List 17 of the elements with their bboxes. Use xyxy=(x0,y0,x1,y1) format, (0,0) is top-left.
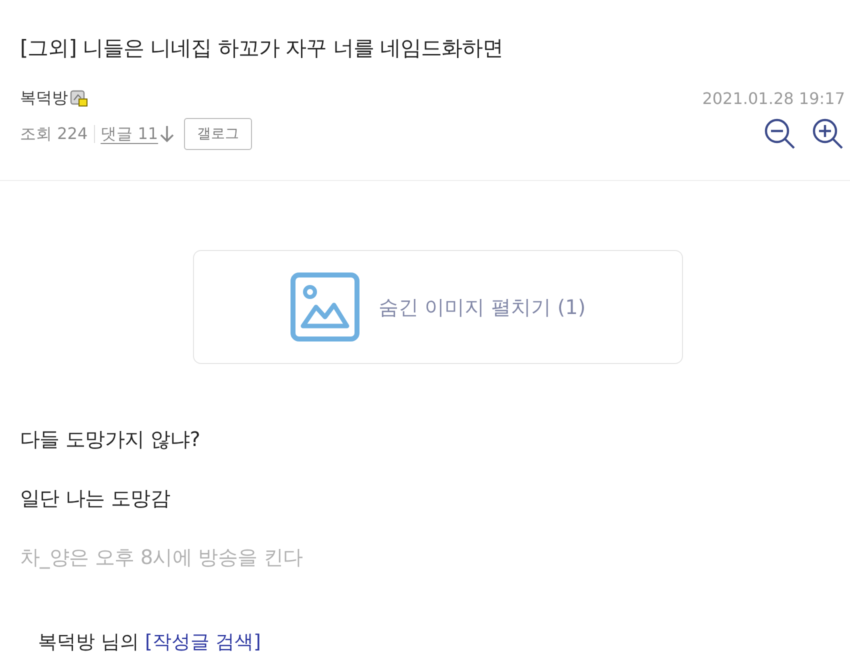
member-badge-icon xyxy=(70,89,88,107)
author-name[interactable]: 복덕방 xyxy=(20,88,68,108)
post-title: [그외] 니들은 니네집 하꼬가 자꾸 너를 네임드화하면 xyxy=(20,35,504,62)
show-hidden-images-button[interactable]: 숨긴 이미지 펼치기 (1) xyxy=(193,250,683,364)
gallog-button[interactable]: 갤로그 xyxy=(184,118,252,150)
comments-link[interactable]: 댓글 11 xyxy=(100,124,174,144)
zoom-out-icon[interactable] xyxy=(764,118,796,150)
zoom-in-icon[interactable] xyxy=(812,118,844,150)
post-text: 차_양은 오후 8시에 방송을 킨다 xyxy=(20,544,304,571)
author-label: 복덕방 님의 xyxy=(38,631,140,653)
image-icon xyxy=(290,272,360,342)
post-date: 2021.01.28 19:17 xyxy=(702,88,845,108)
down-arrow-icon xyxy=(160,125,174,143)
post-text: 다들 도망가지 않냐? xyxy=(20,426,202,453)
search-posts-link[interactable]: [작성글 검색] xyxy=(145,631,261,653)
post-text: 일단 나는 도망감 xyxy=(20,485,172,512)
view-count: 조회 224 xyxy=(20,124,88,144)
